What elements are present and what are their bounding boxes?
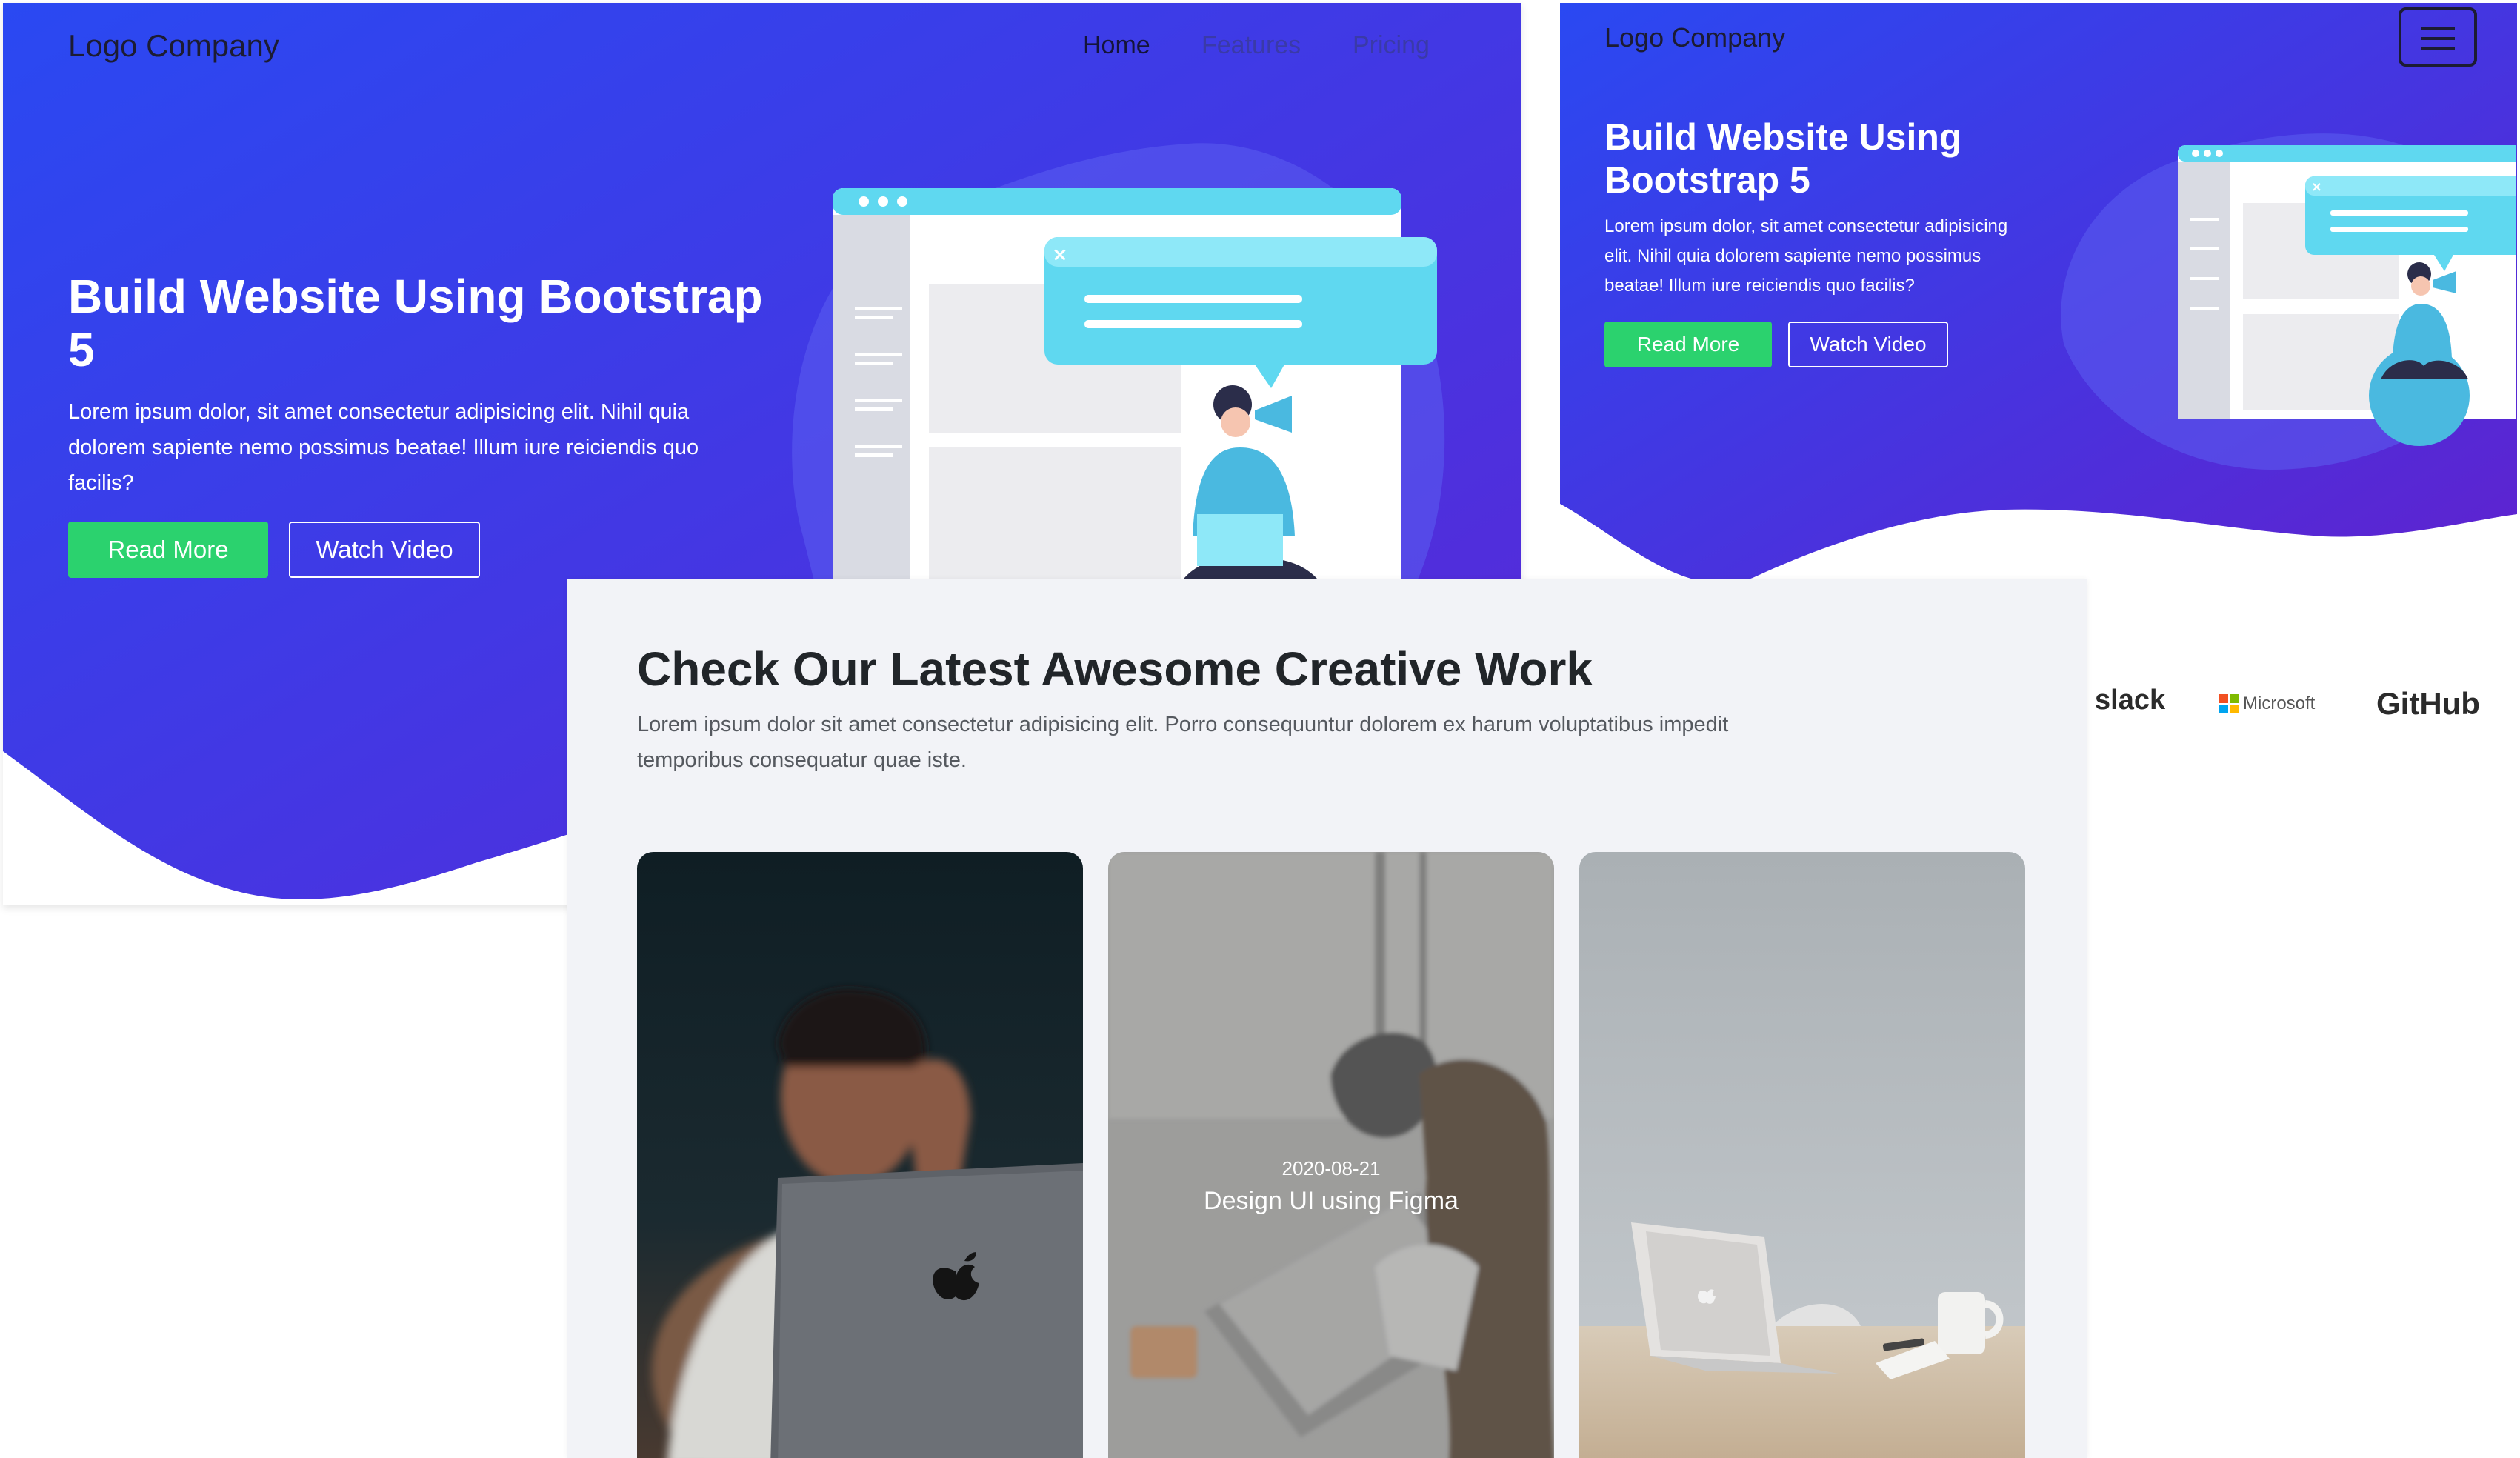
portfolio-card[interactable]: 2020-08-21 Design UI using Figma <box>1108 852 1554 1458</box>
mobile-logo[interactable]: Logo Company <box>1604 22 1785 53</box>
portfolio-card-date: 2020-08-21 <box>1281 1157 1381 1179</box>
marketing-illustration: × <box>792 143 1445 596</box>
portfolio-card-title[interactable]: Design UI using Figma <box>1108 1187 1554 1216</box>
brand-logo-microsoft: Microsoft <box>2219 693 2315 714</box>
mobile-hero-title: Build Website Using Bootstrap 5 <box>1604 116 1962 201</box>
nav-pricing[interactable]: Pricing <box>1353 31 1430 60</box>
microsoft-windows-icon <box>2219 694 2239 713</box>
svg-text:×: × <box>1052 244 1068 266</box>
mobile-hero-description: Lorem ipsum dolor, sit amet consectetur … <box>1604 216 2008 296</box>
brand-logo-github: GitHub <box>2376 686 2480 721</box>
brand-logo-slack: slack <box>2095 685 2166 716</box>
hamburger-menu-icon[interactable] <box>2399 7 2477 67</box>
nav-home[interactable]: Home <box>1083 31 1150 60</box>
mobile-read-more-button[interactable]: Read More <box>1604 322 1772 367</box>
portfolio-heading: Check Our Latest Awesome Creative Work <box>637 642 1593 696</box>
portfolio-lead-text: Lorem ipsum dolor sit amet consectetur a… <box>637 713 1729 772</box>
mobile-watch-video-button[interactable]: Watch Video <box>1788 322 1948 367</box>
portfolio-photo-man-laptop <box>637 852 1083 1458</box>
portfolio-photo-laptop-table <box>1579 852 2025 1458</box>
watch-video-button[interactable]: Watch Video <box>289 522 480 578</box>
portfolio-photo-woman-laptop <box>1108 852 1554 1458</box>
portfolio-card[interactable] <box>1579 852 2025 1458</box>
nav-features[interactable]: Features <box>1201 31 1301 60</box>
hero-title: Build Website Using Bootstrap 5 <box>68 270 763 376</box>
mobile-marketing-illustration: × <box>2061 133 2516 470</box>
portfolio-card[interactable] <box>637 852 1083 1458</box>
read-more-button[interactable]: Read More <box>68 522 268 578</box>
brand-name-microsoft: Microsoft <box>2243 693 2316 713</box>
logo[interactable]: Logo Company <box>68 28 279 64</box>
svg-text:×: × <box>2311 179 2322 195</box>
hero-description: Lorem ipsum dolor, sit amet consectetur … <box>68 400 699 495</box>
portfolio-section-preview: Check Our Latest Awesome Creative Work L… <box>567 579 2087 1458</box>
